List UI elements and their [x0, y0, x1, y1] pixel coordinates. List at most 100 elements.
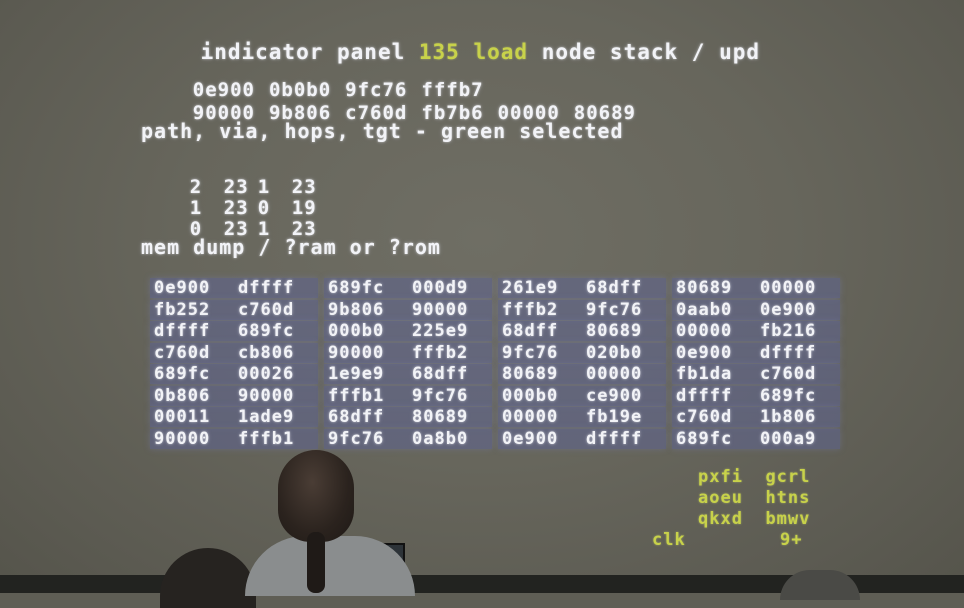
keypad-key: gcrl — [765, 467, 811, 487]
keypad-row: pxfi gcrl — [698, 467, 810, 487]
mem-cell: dffff — [676, 385, 733, 406]
clock-label: clk — [652, 530, 686, 550]
mem-block: 90000 fffb2 — [324, 342, 492, 363]
mem-block: dffff 689fc — [672, 385, 840, 406]
mem-cell: fb19e — [586, 407, 643, 427]
mem-cell: fb1da — [676, 364, 733, 384]
mem-cell: dffff — [760, 342, 817, 363]
mem-block: 0e900 dffff — [150, 278, 318, 298]
mem-cell: 000d9 — [412, 278, 469, 298]
keypad-key: qkxd — [698, 509, 743, 529]
mem-cell: c760d — [154, 342, 211, 363]
mem-cell: 9fc76 — [586, 299, 643, 320]
keypad-row: aoeu htns — [698, 488, 810, 508]
mem-cell: 689fc — [154, 364, 211, 384]
mem-cell: 00026 — [238, 364, 295, 384]
mem-cell: 689fc — [328, 278, 385, 298]
mem-cell: 80689 — [412, 407, 469, 427]
mem-cell: 689fc — [238, 321, 295, 341]
mem-cell: fffb2 — [412, 342, 469, 363]
mem-cell: 9fc76 — [412, 385, 469, 406]
mem-row: 0b806 90000 fffb1 9fc76 000b0 ce900 dffff 689fc — [150, 385, 840, 408]
mem-cell: 689fc — [760, 385, 817, 406]
mem-cell: 68dff — [502, 321, 559, 341]
title-mode: node stack / upd — [541, 40, 761, 64]
mem-block: fffb1 9fc76 — [324, 385, 492, 406]
mem-block: 9fc76 020b0 — [498, 342, 666, 363]
keypad-key: aoeu — [698, 488, 743, 508]
mem-cell: 68dff — [328, 407, 385, 427]
mem-cell: 80689 — [586, 321, 643, 341]
mem-cell: ce900 — [586, 385, 643, 406]
mem-cell: 1ade9 — [238, 407, 295, 427]
mem-cell: 0e900 — [676, 342, 733, 363]
mem-cell: 00000 — [760, 278, 817, 298]
mem-block: 9b806 90000 — [324, 299, 492, 320]
mem-cell: 0e900 — [502, 428, 559, 449]
mem-cell: 90000 — [412, 299, 469, 320]
ponytail — [307, 532, 325, 593]
mem-cell: 1b806 — [760, 407, 817, 427]
mem-cell: 00000 — [676, 321, 733, 341]
mem-cell: 689fc — [676, 428, 733, 449]
mem-cell: 90000 — [154, 428, 211, 449]
mem-block: dffff 689fc — [150, 321, 318, 341]
mem-cell: fb252 — [154, 299, 211, 320]
mem-cell: 1e9e9 — [328, 364, 385, 384]
mem-cell: 000a9 — [760, 428, 817, 449]
mem-cell: 68dff — [412, 364, 469, 384]
mem-block: 0e900 dffff — [498, 428, 666, 449]
mem-block: fffb2 9fc76 — [498, 299, 666, 320]
mem-block: fb252 c760d — [150, 299, 318, 320]
mem-block: 90000 fffb1 — [150, 428, 318, 449]
mem-cell: 68dff — [586, 278, 643, 298]
mem-block: 00000 fb19e — [498, 407, 666, 427]
mem-block: 0b806 90000 — [150, 385, 318, 406]
path-heading: path, via, hops, tgt - green selected — [141, 119, 624, 143]
mem-row: dffff 689fc 000b0 225e9 68dff 80689 00000 fb216 — [150, 321, 840, 343]
mem-cell: 80689 — [676, 278, 733, 298]
mem-block: 00011 1ade9 — [150, 407, 318, 427]
keypad-key: htns — [765, 488, 811, 508]
mem-cell: 9fc76 — [328, 428, 385, 449]
mem-block: 00000 fb216 — [672, 321, 840, 341]
audience-member — [245, 450, 415, 596]
mem-cell: 90000 — [238, 385, 295, 406]
mem-row: c760d cb806 90000 fffb2 9fc76 020b0 0e900 dffff — [150, 342, 840, 365]
mem-cell: 0e900 — [154, 278, 211, 298]
mem-cell: fffb1 — [238, 428, 295, 449]
mem-cell: 0b806 — [154, 385, 211, 406]
memory-dump-table: 0e900 dffff 689fc 000d9 261e9 68dff 80689 00000… — [150, 278, 840, 450]
mem-block: 0e900 dffff — [672, 342, 840, 363]
mem-cell: 0aab0 — [676, 299, 733, 320]
mem-cell: 225e9 — [412, 321, 469, 341]
keypad-key: pxfi — [698, 467, 743, 487]
mem-heading: mem dump / ?ram or ?rom — [141, 235, 441, 259]
mem-block: c760d 1b806 — [672, 407, 840, 427]
shoulders — [245, 536, 415, 596]
mem-cell: dffff — [238, 278, 295, 298]
mem-cell: c760d — [676, 407, 733, 427]
mem-row: 0e900 dffff 689fc 000d9 261e9 68dff 80689 00000 — [150, 278, 840, 300]
mem-cell: 020b0 — [586, 342, 643, 363]
mem-cell: 9fc76 — [502, 342, 559, 363]
mem-cell: 00011 — [154, 407, 211, 427]
mem-cell: 261e9 — [502, 278, 559, 298]
mem-cell: dffff — [154, 321, 211, 341]
mem-cell: 9b806 — [328, 299, 385, 320]
head — [278, 450, 354, 542]
mem-cell: 90000 — [328, 342, 385, 363]
mem-block: 68dff 80689 — [324, 407, 492, 427]
mem-row: fb252 c760d 9b806 90000 fffb2 9fc76 0aab0 0e900 — [150, 299, 840, 322]
mem-block: 689fc 000a9 — [672, 428, 840, 449]
mem-cell: 000b0 — [502, 385, 559, 406]
mem-cell: 0a8b0 — [412, 428, 469, 449]
mem-row: 689fc 00026 1e9e9 68dff 80689 00000 fb1da c760d — [150, 364, 840, 386]
mem-block: 9fc76 0a8b0 — [324, 428, 492, 449]
mem-cell: fb216 — [760, 321, 817, 341]
mem-block: 689fc 00026 — [150, 364, 318, 384]
mem-cell: 0e900 — [760, 299, 817, 320]
mem-block: c760d cb806 — [150, 342, 318, 363]
mem-cell: 00000 — [586, 364, 643, 384]
mem-block: 0aab0 0e900 — [672, 299, 840, 320]
